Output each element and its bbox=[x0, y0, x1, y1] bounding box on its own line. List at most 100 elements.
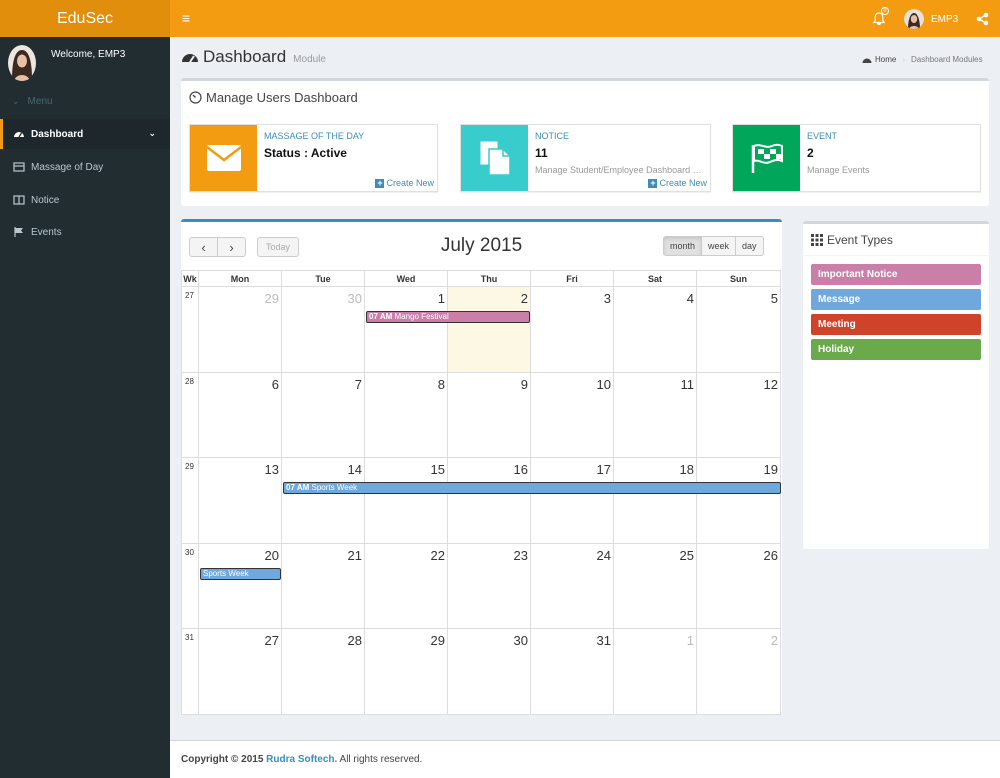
day-number: 6 bbox=[271, 376, 279, 392]
day-number: 12 bbox=[763, 376, 778, 392]
day-number: 1 bbox=[686, 633, 694, 648]
calendar-box: ‹ › Today July 2015 month week day Wk Mon… bbox=[181, 219, 782, 715]
chevron-down-icon: ⌄ bbox=[148, 128, 156, 138]
view-week-button[interactable]: week bbox=[701, 236, 737, 256]
day-cell[interactable]: 1 bbox=[365, 287, 448, 373]
day-header: Mon bbox=[199, 270, 282, 287]
day-cell[interactable]: 9 bbox=[448, 372, 531, 458]
day-cell[interactable]: 10 bbox=[531, 372, 614, 458]
day-cell[interactable]: 30 bbox=[282, 287, 365, 373]
day-cell[interactable]: 8 bbox=[365, 372, 448, 458]
day-cell[interactable]: 23 bbox=[448, 543, 531, 629]
sidebar-item-notice[interactable]: Notice bbox=[0, 185, 170, 215]
day-cell[interactable]: 2 bbox=[697, 629, 781, 715]
event-title: Sports Week bbox=[311, 483, 358, 492]
day-cell[interactable]: 3 bbox=[531, 287, 614, 373]
create-new-message-link[interactable]: + Create New bbox=[375, 178, 434, 188]
day-cell[interactable]: 27 bbox=[199, 629, 282, 715]
day-cell[interactable]: 20 bbox=[199, 543, 282, 629]
info-box-description: Manage Events bbox=[807, 165, 870, 175]
day-cell[interactable]: 13 bbox=[199, 458, 282, 544]
info-box-message-of-day: MASSAGE OF THE DAY Status : Active + Cre… bbox=[189, 124, 438, 192]
sidebar-item-massage-of-day[interactable]: Massage of Day bbox=[0, 152, 170, 182]
day-number: 25 bbox=[679, 547, 694, 563]
day-cell[interactable]: 24 bbox=[531, 543, 614, 629]
plus-square-icon: + bbox=[648, 177, 658, 188]
day-cell[interactable]: 14 bbox=[282, 458, 365, 544]
day-cell[interactable]: 30 bbox=[448, 629, 531, 715]
day-number: 4 bbox=[686, 291, 694, 306]
event-time: 07 AM bbox=[286, 483, 310, 492]
day-number: 29 bbox=[264, 291, 279, 306]
day-number: 9 bbox=[520, 376, 528, 392]
day-cell[interactable]: 1 bbox=[614, 629, 697, 715]
info-box-value: Status : Active bbox=[264, 146, 347, 160]
day-number: 3 bbox=[603, 291, 611, 306]
user-avatar bbox=[904, 9, 924, 29]
day-cell[interactable]: 25 bbox=[614, 543, 697, 629]
day-cell[interactable]: 5 bbox=[697, 287, 781, 373]
sidebar-menu-header[interactable]: ⌄ Menu bbox=[12, 96, 53, 107]
day-number: 29 bbox=[430, 633, 445, 648]
day-number: 16 bbox=[513, 462, 528, 477]
info-box-icon-area bbox=[190, 125, 257, 191]
footer-company-link[interactable]: Rudra Softech. bbox=[266, 754, 337, 765]
day-cell[interactable]: 15 bbox=[365, 458, 448, 544]
create-new-label: Create New bbox=[659, 178, 707, 188]
event-type-item[interactable]: Important Notice bbox=[811, 264, 981, 285]
event-type-item[interactable]: Holiday bbox=[811, 339, 981, 360]
view-day-button[interactable]: day bbox=[735, 236, 764, 256]
divider bbox=[803, 255, 989, 256]
info-box-icon-area bbox=[733, 125, 800, 191]
breadcrumb-home[interactable]: Home bbox=[875, 55, 896, 64]
hamburger-icon[interactable]: ≡ bbox=[178, 10, 194, 26]
day-cell[interactable]: 17 bbox=[531, 458, 614, 544]
day-number: 8 bbox=[437, 376, 445, 392]
info-box-label: MASSAGE OF THE DAY bbox=[264, 131, 365, 141]
calendar-event[interactable]: 07 AM Sports Week bbox=[283, 482, 781, 494]
breadcrumb-current: Dashboard Modules bbox=[911, 55, 983, 64]
share-gears-icon[interactable] bbox=[975, 11, 991, 27]
notice-icon bbox=[13, 195, 25, 205]
day-cell[interactable]: 12 bbox=[697, 372, 781, 458]
event-type-item[interactable]: Meeting bbox=[811, 314, 981, 335]
chevron-down-icon: ⌄ bbox=[12, 96, 20, 106]
day-number: 2 bbox=[770, 633, 778, 648]
day-cell[interactable]: 11 bbox=[614, 372, 697, 458]
day-cell[interactable]: 21 bbox=[282, 543, 365, 629]
day-cell[interactable]: 19 bbox=[697, 458, 781, 544]
day-cell[interactable]: 28 bbox=[282, 629, 365, 715]
sidebar-item-dashboard[interactable]: Dashboard ⌄ bbox=[0, 119, 170, 149]
user-menu[interactable]: EMP3 bbox=[904, 8, 958, 30]
week-number: 29 bbox=[185, 462, 194, 471]
app-logo[interactable]: EduSec bbox=[0, 0, 170, 37]
day-cell[interactable]: 26 bbox=[697, 543, 781, 629]
day-cell[interactable]: 29 bbox=[365, 629, 448, 715]
day-cell[interactable]: 29 bbox=[199, 287, 282, 373]
sidebar-item-events[interactable]: Events bbox=[0, 217, 170, 247]
day-cell[interactable]: 6 bbox=[199, 372, 282, 458]
view-month-button[interactable]: month bbox=[663, 236, 703, 256]
week-row: 30 20 21 22 23 24 25 26 Sports Week bbox=[181, 543, 781, 629]
day-number: 28 bbox=[347, 633, 362, 648]
calendar-day-header: Wk Mon Tue Wed Thu Fri Sat Sun bbox=[181, 270, 781, 287]
day-cell[interactable]: 2 bbox=[448, 287, 531, 373]
day-number: 26 bbox=[763, 547, 778, 563]
day-cell[interactable]: 4 bbox=[614, 287, 697, 373]
page-heading: Dashboard bbox=[203, 47, 287, 66]
create-new-notice-link[interactable]: + Create New bbox=[648, 178, 707, 188]
info-box-label: NOTICE bbox=[535, 131, 570, 141]
calendar-event[interactable]: Sports Week bbox=[200, 567, 281, 580]
dashboard-icon bbox=[182, 54, 198, 63]
footer-copyright: Copyright © 2015 bbox=[181, 754, 264, 765]
day-cell[interactable]: 7 bbox=[282, 372, 365, 458]
calendar-event[interactable]: 07 AM Mango Festival bbox=[366, 311, 530, 323]
day-cell[interactable]: 16 bbox=[448, 458, 531, 544]
dashboard-icon bbox=[14, 132, 24, 138]
day-cell[interactable]: 22 bbox=[365, 543, 448, 629]
day-cell[interactable]: 18 bbox=[614, 458, 697, 544]
week-number-header: Wk bbox=[181, 270, 199, 287]
event-type-item[interactable]: Message bbox=[811, 289, 981, 310]
dashboard-icon bbox=[862, 58, 872, 63]
day-cell[interactable]: 31 bbox=[531, 629, 614, 715]
